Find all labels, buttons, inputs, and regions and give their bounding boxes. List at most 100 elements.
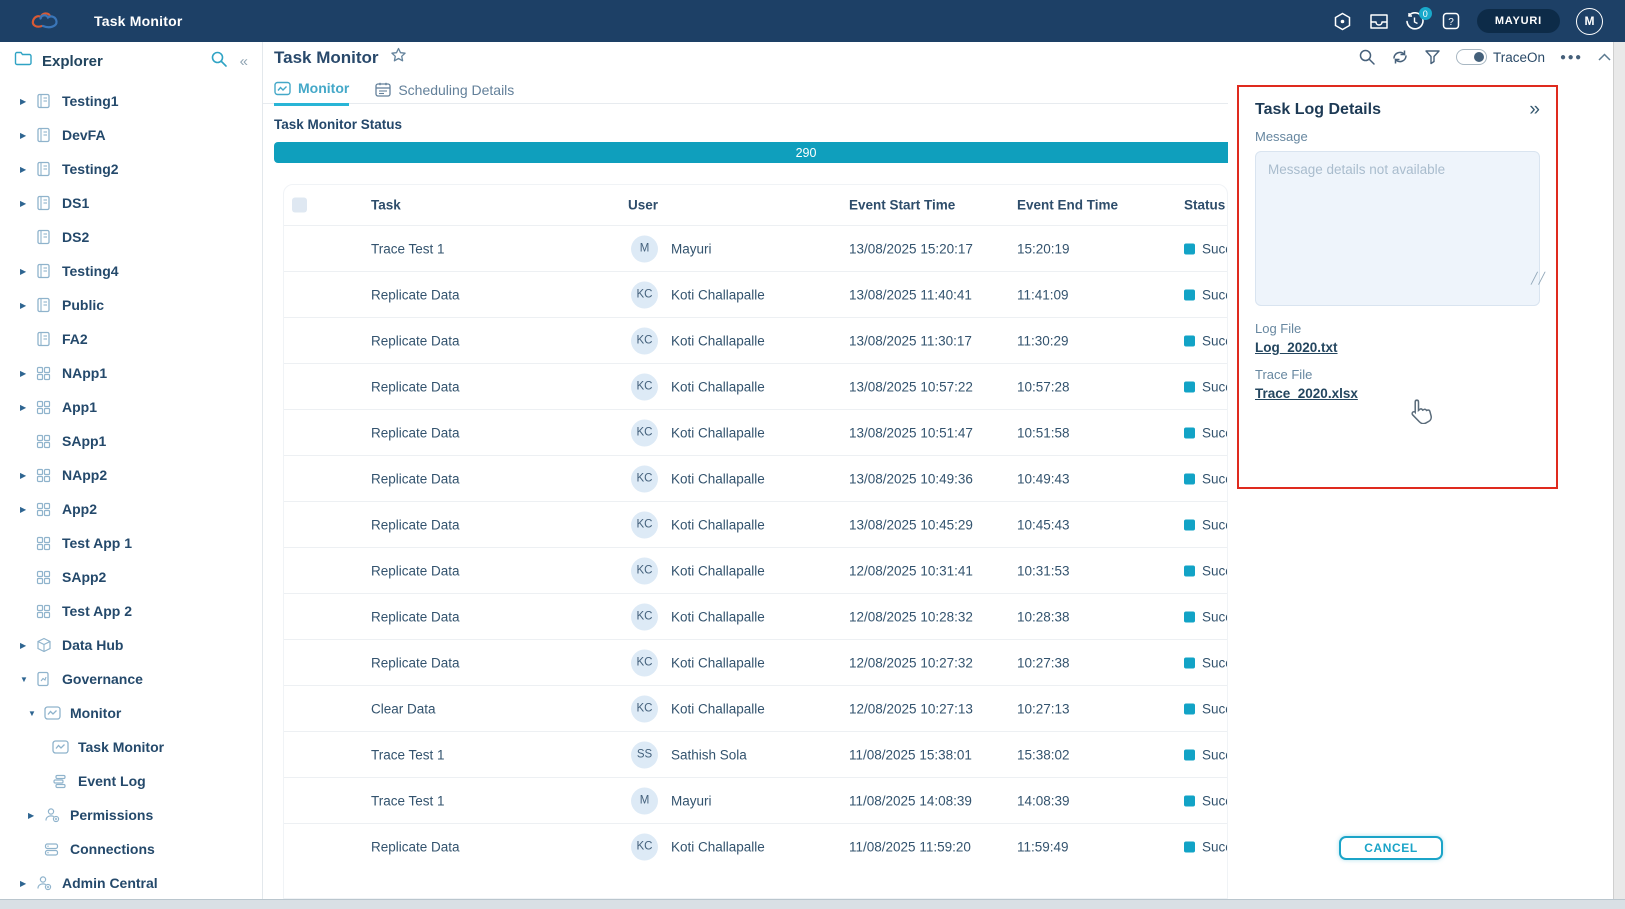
settings-hexagon-icon[interactable] — [1333, 11, 1353, 31]
sidebar-item-testing4[interactable]: ▶Testing4 — [0, 254, 262, 288]
sidebar-item-connections[interactable]: Connections — [0, 832, 262, 866]
sidebar-item-napp2[interactable]: ▶NApp2 — [0, 458, 262, 492]
sidebar-item-sapp2[interactable]: SApp2 — [0, 560, 262, 594]
grid-icon — [36, 569, 53, 586]
table-row[interactable]: Replicate DataKCKoti Challapalle11/08/20… — [284, 823, 1227, 869]
tree-collapsed-arrow-icon[interactable]: ▶ — [28, 811, 44, 820]
status-square-icon — [1184, 243, 1195, 254]
table-row[interactable]: Replicate DataKCKoti Challapalle12/08/20… — [284, 547, 1227, 593]
sidebar-item-event-log[interactable]: Event Log — [0, 764, 262, 798]
tree-collapsed-arrow-icon[interactable]: ▶ — [20, 471, 36, 480]
status-progress-bar[interactable]: 290 — [274, 142, 1338, 163]
table-row[interactable]: Replicate DataKCKoti Challapalle13/08/20… — [284, 409, 1227, 455]
table-row[interactable]: Replicate DataKCKoti Challapalle13/08/20… — [284, 271, 1227, 317]
user-icon — [44, 807, 61, 824]
filter-icon[interactable] — [1424, 49, 1441, 65]
sidebar-item-testing2[interactable]: ▶Testing2 — [0, 152, 262, 186]
event-start-cell: 12/08/2025 10:28:32 — [849, 609, 973, 624]
sidebar-item-testing1[interactable]: ▶Testing1 — [0, 84, 262, 118]
sidebar-item-ds1[interactable]: ▶DS1 — [0, 186, 262, 220]
column-header-user[interactable]: User — [628, 198, 658, 213]
sidebar-item-task-monitor[interactable]: Task Monitor — [0, 730, 262, 764]
sidebar-item-sapp1[interactable]: SApp1 — [0, 424, 262, 458]
table-row[interactable]: Replicate DataKCKoti Challapalle13/08/20… — [284, 317, 1227, 363]
trace-file-link[interactable]: Trace_2020.xlsx — [1255, 386, 1358, 401]
status-square-icon — [1184, 289, 1195, 300]
status-square-icon — [1184, 841, 1195, 852]
select-all-checkbox[interactable] — [292, 198, 307, 213]
more-options-icon[interactable]: ●●● — [1560, 52, 1583, 63]
log-file-link[interactable]: Log_2020.txt — [1255, 340, 1338, 355]
tree-collapsed-arrow-icon[interactable]: ▶ — [20, 641, 36, 650]
window-edge-strip — [1613, 42, 1625, 909]
sidebar-item-fa2[interactable]: FA2 — [0, 322, 262, 356]
sidebar-item-governance[interactable]: ▼Governance — [0, 662, 262, 696]
table-row[interactable]: Trace Test 1MMayuri11/08/2025 14:08:3914… — [284, 777, 1227, 823]
table-row[interactable]: Trace Test 1SSSathish Sola11/08/2025 15:… — [284, 731, 1227, 777]
history-clock-icon[interactable]: 0 — [1405, 11, 1425, 31]
table-row[interactable]: Clear DataKCKoti Challapalle12/08/2025 1… — [284, 685, 1227, 731]
sidebar-item-permissions[interactable]: ▶Permissions — [0, 798, 262, 832]
sidebar-item-napp1[interactable]: ▶NApp1 — [0, 356, 262, 390]
table-row[interactable]: Replicate DataKCKoti Challapalle12/08/20… — [284, 593, 1227, 639]
tree-collapsed-arrow-icon[interactable]: ▶ — [20, 403, 36, 412]
help-icon[interactable]: ? — [1441, 11, 1461, 31]
tree-collapsed-arrow-icon[interactable]: ▶ — [20, 369, 36, 378]
sidebar-item-admin-central[interactable]: ▶Admin Central — [0, 866, 262, 900]
inbox-icon[interactable] — [1369, 11, 1389, 31]
sidebar-item-app2[interactable]: ▶App2 — [0, 492, 262, 526]
sidebar-item-public[interactable]: ▶Public — [0, 288, 262, 322]
column-header-status[interactable]: Status — [1184, 198, 1225, 213]
event-end-cell: 10:45:43 — [1017, 517, 1070, 532]
tree-collapsed-arrow-icon[interactable]: ▶ — [20, 879, 36, 888]
status-label: Successful — [1202, 701, 1228, 716]
tab-scheduling-details[interactable]: Scheduling Details — [375, 80, 514, 106]
tree-collapsed-arrow-icon[interactable]: ▶ — [20, 301, 36, 310]
sidebar-search-icon[interactable] — [210, 50, 228, 73]
trace-toggle[interactable]: TraceOn — [1456, 49, 1545, 65]
table-row[interactable]: Replicate DataKCKoti Challapalle13/08/20… — [284, 363, 1227, 409]
panel-collapse-icon[interactable]: » — [1529, 100, 1540, 119]
table-row[interactable]: Trace Test 1MMayuri13/08/2025 15:20:1715… — [284, 225, 1227, 271]
tree-collapsed-arrow-icon[interactable]: ▶ — [20, 97, 36, 106]
table-row[interactable]: Replicate DataKCKoti Challapalle13/08/20… — [284, 501, 1227, 547]
chevron-up-icon[interactable] — [1598, 53, 1611, 61]
sidebar-item-test-app-1[interactable]: Test App 1 — [0, 526, 262, 560]
trace-toggle-switch[interactable] — [1456, 49, 1487, 65]
avatar[interactable]: M — [1576, 8, 1603, 35]
status-label: Successful — [1202, 241, 1228, 256]
refresh-icon[interactable] — [1391, 49, 1409, 65]
sidebar-collapse-icon[interactable]: « — [240, 53, 248, 70]
table-row[interactable]: Replicate DataKCKoti Challapalle13/08/20… — [284, 455, 1227, 501]
svg-text:?: ? — [1448, 17, 1454, 28]
tree-expanded-arrow-icon[interactable]: ▼ — [28, 709, 44, 718]
table-row[interactable]: Replicate DataKCKoti Challapalle12/08/20… — [284, 639, 1227, 685]
book-icon — [36, 127, 53, 144]
favorite-star-icon[interactable] — [390, 47, 407, 68]
sidebar-item-devfa[interactable]: ▶DevFA — [0, 118, 262, 152]
user-cell: Mayuri — [671, 793, 712, 808]
column-header-start[interactable]: Event Start Time — [849, 198, 955, 213]
sidebar-item-data-hub[interactable]: ▶Data Hub — [0, 628, 262, 662]
tree-collapsed-arrow-icon[interactable]: ▶ — [20, 165, 36, 174]
user-menu-button[interactable]: MAYURI — [1477, 9, 1560, 33]
tab-monitor[interactable]: Monitor — [274, 80, 349, 106]
sidebar-item-test-app-2[interactable]: Test App 2 — [0, 594, 262, 628]
message-textarea[interactable] — [1255, 151, 1540, 306]
grid-icon — [36, 399, 53, 416]
sidebar-item-monitor[interactable]: ▼Monitor — [0, 696, 262, 730]
tree-expanded-arrow-icon[interactable]: ▼ — [20, 675, 36, 684]
column-header-end[interactable]: Event End Time — [1017, 198, 1118, 213]
tree-collapsed-arrow-icon[interactable]: ▶ — [20, 131, 36, 140]
grid-icon — [36, 501, 53, 518]
search-icon[interactable] — [1358, 48, 1376, 66]
sidebar-item-label: Test App 2 — [62, 603, 132, 619]
sidebar-item-app1[interactable]: ▶App1 — [0, 390, 262, 424]
cancel-button[interactable]: CANCEL — [1339, 836, 1443, 860]
tree-collapsed-arrow-icon[interactable]: ▶ — [20, 267, 36, 276]
tree-collapsed-arrow-icon[interactable]: ▶ — [20, 505, 36, 514]
column-header-task[interactable]: Task — [371, 198, 401, 213]
status-cell: Successful — [1184, 333, 1228, 348]
tree-collapsed-arrow-icon[interactable]: ▶ — [20, 199, 36, 208]
sidebar-item-ds2[interactable]: DS2 — [0, 220, 262, 254]
